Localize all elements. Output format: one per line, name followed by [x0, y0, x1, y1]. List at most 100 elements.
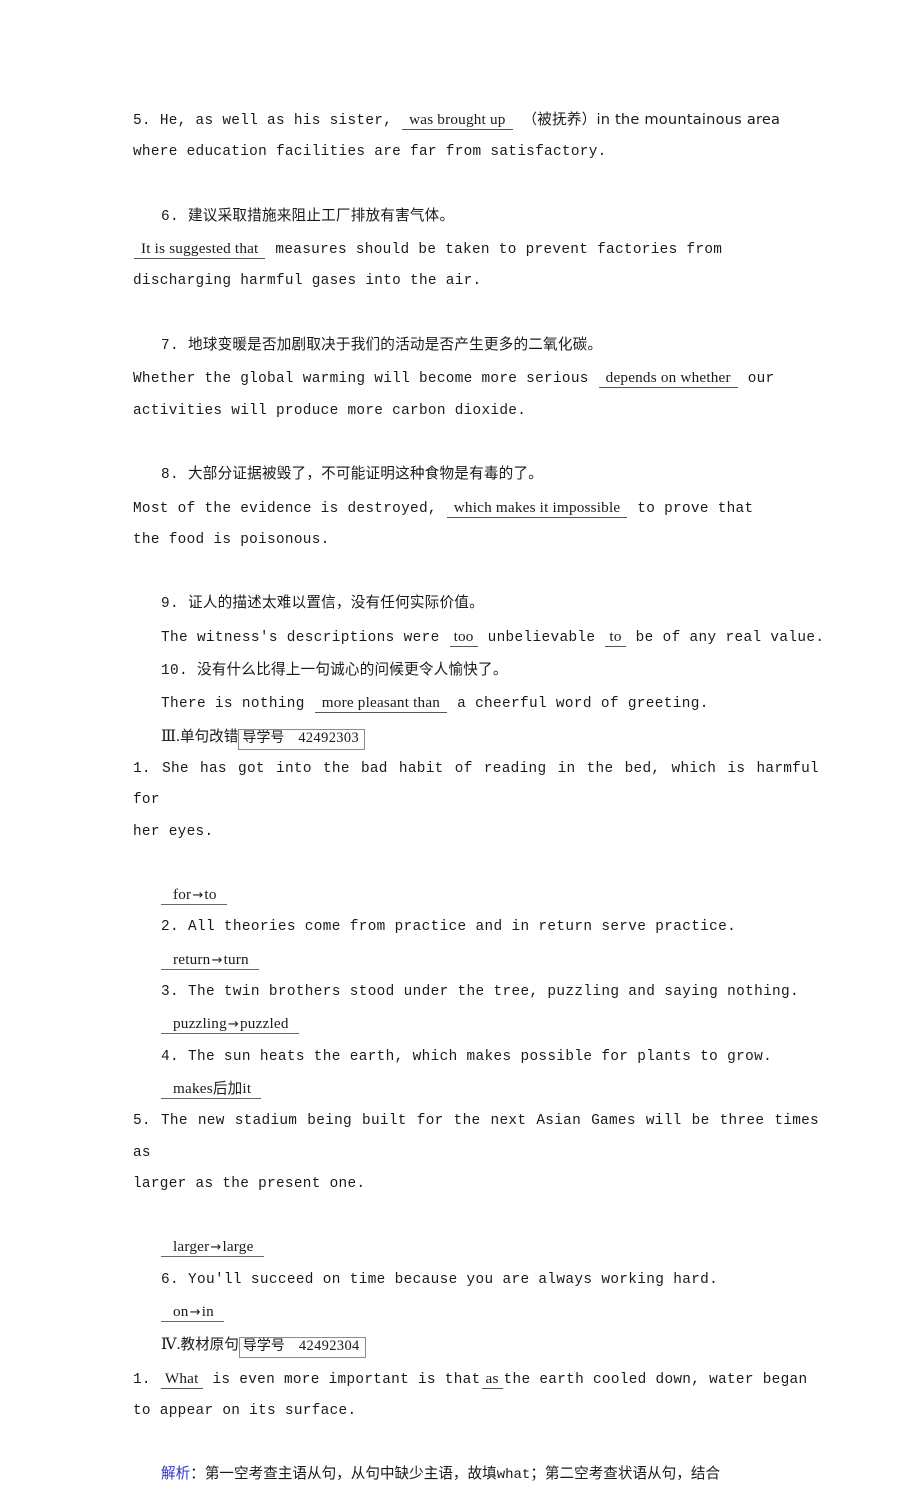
item-text-after-blank: （被抚养）in the mountainous area — [522, 111, 781, 128]
correction-answer-2: return→turn — [133, 944, 819, 977]
correction-answer-text: makes后加it — [161, 1079, 262, 1099]
correction-answer-text: puzzling→puzzled — [161, 1015, 299, 1035]
answer-blank: was brought up — [402, 111, 513, 130]
correction-item-4: 4. The sun heats the earth, which makes … — [133, 1042, 819, 1073]
analysis-keyword: what — [496, 1467, 531, 1484]
item-sentence: The twin brothers stood under the tree, … — [187, 984, 800, 1001]
answer-blank: which makes it impossible — [446, 498, 628, 518]
answer-chinese: 后加 — [212, 1079, 243, 1097]
item-sentence: The sun heats the earth, which makes pos… — [187, 1048, 773, 1065]
item-continuation: her eyes. — [133, 823, 214, 840]
item-text-after-blank: a cheerful word of greeting. — [457, 696, 709, 713]
correction-item-1: 1. She has got into the bad habit of rea… — [133, 754, 819, 879]
answer-blank-1: What — [160, 1369, 203, 1389]
item-number: 6. — [161, 1271, 179, 1288]
item-sentence: The new stadium being built for the next… — [133, 1113, 819, 1161]
correction-answer-text: larger→large — [161, 1238, 264, 1258]
item-continuation: to appear on its surface. — [133, 1402, 357, 1419]
exercise-item-6-answer: It is suggested that measures should be … — [133, 233, 819, 329]
correction-item-5: 5. The new stadium being built for the n… — [133, 1106, 819, 1231]
item-text-middle: unbelievable — [487, 629, 596, 646]
item-number: 7. — [161, 338, 179, 355]
answer-from: puzzling — [173, 1015, 227, 1033]
item-text-middle-2: the earth cooled down, water began — [503, 1371, 808, 1388]
item-text-after-blank: our — [747, 371, 775, 388]
arrow-icon: → — [189, 1304, 201, 1320]
answer-from: on — [173, 1302, 189, 1320]
arrow-icon: → — [210, 1240, 222, 1256]
exercise-item-8-prompt: 8. 大部分证据被毁了，不可能证明这种食物是有毒的了。 — [133, 458, 819, 491]
item-continuation: activities will produce more carbon diox… — [133, 402, 527, 419]
item-text-after-blank: measures should be taken to prevent fact… — [275, 242, 723, 259]
answer-to: large — [222, 1238, 254, 1256]
answer-blank-2: as — [481, 1369, 503, 1389]
item-number: 8. — [161, 467, 179, 484]
document-page: 5. He, as well as his sister, was brough… — [133, 104, 824, 1492]
correction-answer-6: on→in — [133, 1296, 819, 1329]
item-continuation: larger as the present one. — [133, 1175, 366, 1192]
exercise-item-7-answer: Whether the global warming will become m… — [133, 362, 819, 458]
badge-number: 42492303 — [298, 729, 360, 746]
exercise-item-9-answer: The witness's descriptions were too unbe… — [133, 621, 824, 654]
correction-item-6: 6. You'll succeed on time because you ar… — [133, 1265, 819, 1296]
item-number: 10. — [161, 663, 188, 680]
item-continuation: where education facilities are far from … — [133, 144, 607, 161]
item-number: 6. — [161, 208, 179, 225]
correction-answer-text: for→to — [161, 886, 227, 906]
item-sentence: She has got into the bad habit of readin… — [133, 760, 819, 809]
exercise-item-6-prompt: 6. 建议采取措施来阻止工厂排放有害气体。 — [133, 200, 819, 233]
item-number: 1. — [133, 760, 151, 777]
item-number: 5. — [133, 113, 151, 129]
item-text-before-blank: The witness's descriptions were — [161, 629, 440, 646]
answer-blank-1: too — [449, 627, 478, 647]
item-number: 5. — [133, 1113, 151, 1130]
answer-blank-2: to — [605, 627, 626, 647]
prompt-chinese: 大部分证据被毁了，不可能证明这种食物是有毒的了。 — [187, 465, 544, 483]
badge-label: 导学号 — [242, 1338, 285, 1355]
item-text-before-blank: Whether the global warming will become m… — [133, 371, 589, 388]
answer-english-1: makes — [173, 1079, 213, 1097]
exercise-item-8-answer: Most of the evidence is destroyed, which… — [133, 492, 819, 588]
answer-english-2: it — [242, 1079, 252, 1097]
item-text-after-blank: to prove that — [637, 500, 754, 517]
correction-item-3: 3. The twin brothers stood under the tre… — [133, 977, 819, 1008]
arrow-icon: → — [192, 888, 204, 904]
answer-to: to — [204, 886, 217, 904]
item-number: 4. — [161, 1048, 179, 1065]
answer-blank: It is suggested that — [134, 240, 266, 260]
section-title: 单句改错 — [179, 727, 239, 745]
item-continuation: discharging harmful gases into the air. — [133, 273, 482, 290]
analysis-line: 解析：第一空考查主语从句，从句中缺少主语，故填what；第二空考查状语从句，结合 — [133, 1458, 819, 1491]
correction-answer-4: makes后加it — [133, 1073, 819, 1106]
study-number-badge: 导学号 42492303 — [238, 728, 366, 750]
item-sentence: You'll succeed on time because you are a… — [187, 1271, 719, 1288]
correction-item-2: 2. All theories come from practice and i… — [133, 912, 819, 943]
prompt-chinese: 没有什么比得上一句诚心的问候更令人愉快了。 — [196, 661, 508, 679]
section-roman-numeral: Ⅳ. — [161, 1336, 181, 1354]
correction-answer-text: return→turn — [161, 950, 259, 970]
item-text-before-blank: Most of the evidence is destroyed, — [133, 500, 437, 517]
study-number-badge: 导学号 42492304 — [238, 1337, 366, 1359]
arrow-icon: → — [227, 1017, 239, 1033]
analysis-text-2: ；第二空考查状语从句，结合 — [530, 1465, 721, 1483]
answer-blank: more pleasant than — [314, 694, 448, 714]
correction-answer-1: for→to — [133, 879, 819, 912]
item-text-before-blank: There is nothing — [161, 696, 305, 713]
item-number: 9. — [161, 596, 179, 613]
exercise-item-5: 5. He, as well as his sister, was brough… — [133, 104, 819, 200]
item-text-after-blank: be of any real value. — [635, 629, 825, 646]
answer-to: turn — [223, 950, 249, 968]
item-number: 2. — [161, 919, 179, 936]
exercise-item-10-prompt: 10. 没有什么比得上一句诚心的问候更令人愉快了。 — [133, 654, 819, 687]
section-heading-3: Ⅲ.单句改错 导学号 42492303 — [133, 721, 819, 754]
item-sentence: All theories come from practice and in r… — [187, 919, 737, 936]
item-number: 1. — [133, 1371, 151, 1388]
answer-from: for — [173, 886, 192, 904]
section-roman-numeral: Ⅲ. — [161, 727, 180, 745]
badge-label: 导学号 — [242, 729, 285, 746]
arrow-icon: → — [211, 952, 223, 968]
correction-answer-3: puzzling→puzzled — [133, 1008, 819, 1041]
section-title: 教材原句 — [180, 1336, 239, 1354]
item-continuation: the food is poisonous. — [133, 531, 330, 548]
answer-from: return — [173, 950, 211, 968]
